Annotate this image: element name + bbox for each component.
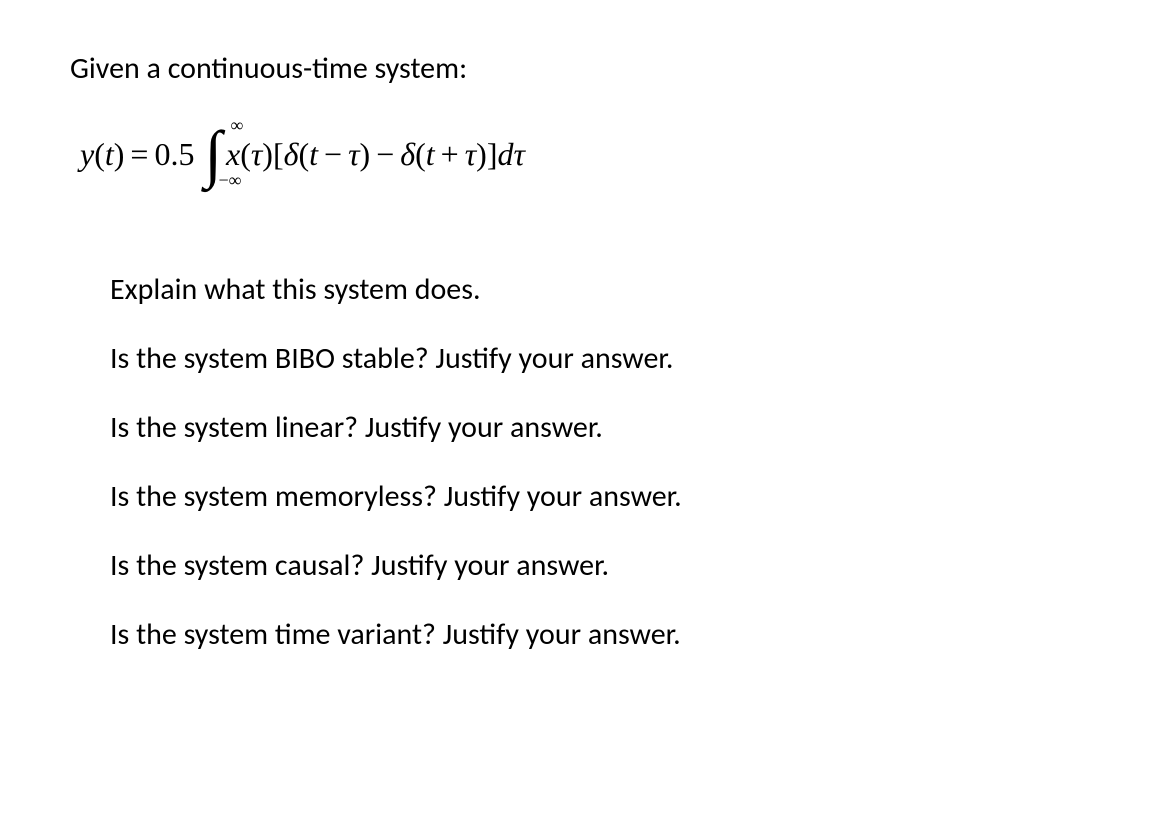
eq-lparen2: ( — [240, 136, 251, 173]
eq-lparen3: ( — [298, 136, 309, 173]
eq-coeff: 0.5 — [154, 136, 194, 173]
eq-tau4: τ — [513, 136, 524, 173]
question-2: Is the system BIBO stable? Justify your … — [110, 340, 1093, 377]
eq-tau2: τ — [348, 136, 359, 173]
question-4: Is the system memoryless? Justify your a… — [110, 478, 1093, 515]
eq-delta1: δ — [284, 136, 299, 173]
eq-t1: t — [309, 136, 318, 173]
eq-equals: = — [130, 136, 148, 173]
equation: y(t) = 0.5 ∞ ∫ −∞ x(τ)[δ(t − τ) − δ(t + … — [80, 127, 1093, 181]
questions-list: Explain what this system does. Is the sy… — [70, 271, 1093, 653]
eq-lbracket: [ — [273, 136, 284, 173]
integral-sign: ∞ ∫ −∞ — [204, 127, 222, 181]
eq-t2: t — [426, 136, 435, 173]
int-upper: ∞ — [230, 115, 243, 136]
eq-rbracket: ] — [487, 136, 498, 173]
eq-minus2: − — [376, 136, 394, 173]
eq-tau3: τ — [465, 136, 476, 173]
int-lower: −∞ — [218, 170, 241, 191]
eq-rparen2: ) — [262, 136, 273, 173]
eq-lparen1: ( — [94, 136, 105, 173]
eq-x: x — [226, 136, 240, 173]
question-3: Is the system linear? Justify your answe… — [110, 409, 1093, 446]
question-5: Is the system causal? Justify your answe… — [110, 547, 1093, 584]
question-6: Is the system time variant? Justify your… — [110, 616, 1093, 653]
eq-minus1: − — [324, 136, 342, 173]
eq-lparen4: ( — [415, 136, 426, 173]
eq-t-lhs: t — [105, 136, 114, 173]
eq-tau1: τ — [251, 136, 262, 173]
intro-text: Given a continuous-time system: — [70, 50, 1093, 87]
question-1: Explain what this system does. — [110, 271, 1093, 308]
eq-rparen4: ) — [476, 136, 487, 173]
eq-y: y — [80, 136, 94, 173]
eq-d: d — [497, 136, 513, 173]
eq-plus: + — [441, 136, 459, 173]
eq-delta2: δ — [400, 136, 415, 173]
eq-rparen1: ) — [114, 136, 125, 173]
eq-rparen3: ) — [360, 136, 371, 173]
